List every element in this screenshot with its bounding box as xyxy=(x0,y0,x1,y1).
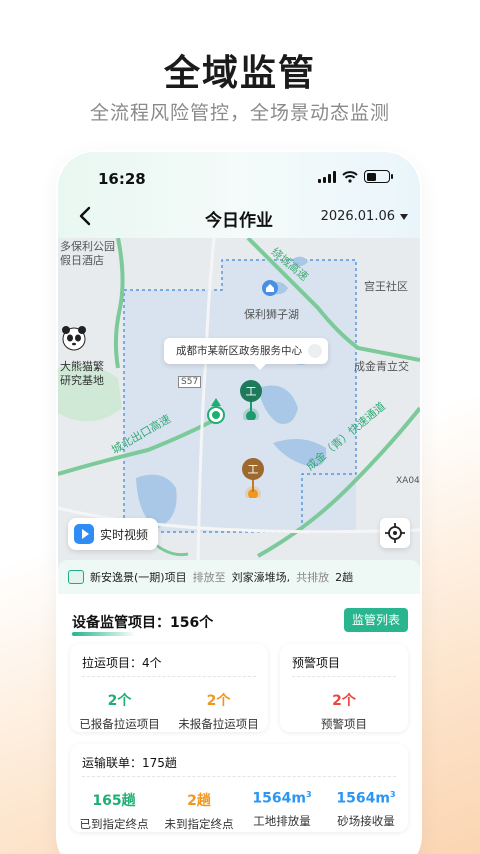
card-title: 拉运项目：4个 xyxy=(82,656,162,670)
metric[interactable]: 2趟 未到指定终点 xyxy=(158,790,240,832)
metric-value: 2个 xyxy=(332,693,356,709)
metric-label: 已到指定终点 xyxy=(79,817,149,831)
site-marker-orange[interactable]: 工 xyxy=(238,458,268,498)
battery-icon xyxy=(364,170,393,183)
metric[interactable]: 2个 未报备拉运项目 xyxy=(169,690,268,732)
waybill-card[interactable]: 运输联单：175趟 165趟 已到指定终点 2趟 未到指定终点 1564m3 工… xyxy=(70,744,408,832)
notice-bar[interactable]: 新安逸景(一期)项目 排放至 刘家濠堆场, 共排放 2趟 xyxy=(58,560,420,594)
divider xyxy=(82,776,396,777)
panda-icon xyxy=(62,326,86,351)
wifi-icon xyxy=(342,170,358,183)
metric-unit: 3 xyxy=(305,790,312,799)
hero-subtitle: 全流程风险管控，全场景动态监测 xyxy=(89,102,390,124)
notice-dest-prefix: 排放至 xyxy=(192,571,226,584)
metric-value: 2个 xyxy=(206,693,231,709)
locate-button[interactable] xyxy=(380,518,410,548)
date-label: 2026.01.06 xyxy=(320,209,395,224)
map-label: S57 xyxy=(178,376,202,388)
hero-title: 全域监管 xyxy=(163,53,316,94)
video-icon xyxy=(74,524,94,544)
card-title: 预警项目 xyxy=(292,656,341,670)
metric-value: 1564m xyxy=(252,790,306,807)
divider xyxy=(292,676,396,677)
metric-label: 工地排放量 xyxy=(253,813,311,828)
map-label: 研究基地 xyxy=(60,374,104,387)
phone-frame: 16:28 今日作业 2026.01.06 多保利公园 假日酒店 绕城高速 宫王… xyxy=(58,152,420,854)
map-label: 假日酒店 xyxy=(60,254,104,267)
metric[interactable]: 2个 预警项目 xyxy=(280,690,408,732)
metric[interactable]: 1564m3 砂场接收量 xyxy=(324,790,408,829)
signal-icon xyxy=(318,170,336,183)
metric[interactable]: 165趟 已到指定终点 xyxy=(70,790,158,832)
chevron-down-icon xyxy=(400,213,408,220)
map-label: XA04 xyxy=(396,476,420,486)
notice-count: 2趟 xyxy=(335,571,354,584)
svg-text:工: 工 xyxy=(246,385,257,398)
title-underline xyxy=(72,632,136,636)
notice-dest: 刘家濠堆场, xyxy=(231,571,291,584)
live-video-button[interactable]: 实时视频 xyxy=(68,518,159,550)
divider xyxy=(82,676,256,677)
metric-label: 已报备拉运项目 xyxy=(79,717,160,731)
metric-value: 165趟 xyxy=(92,793,136,809)
date-selector[interactable]: 2026.01.06 xyxy=(321,209,408,224)
metric-label: 预警项目 xyxy=(321,717,367,731)
metric-unit: 3 xyxy=(389,790,396,799)
warning-card[interactable]: 预警项目 2个 预警项目 xyxy=(280,644,408,732)
notice-count-prefix: 共排放 xyxy=(296,571,330,584)
metric[interactable]: 1564m3 工地排放量 xyxy=(240,790,324,829)
metric-value: 2趟 xyxy=(187,793,211,809)
transport-card[interactable]: 拉运项目：4个 2个 已报备拉运项目 2个 未报备拉运项目 xyxy=(70,644,268,732)
metric-label: 砂场接收量 xyxy=(337,813,395,828)
section-title: 设备监管项目：156个 xyxy=(72,612,214,636)
metric[interactable]: 2个 已报备拉运项目 xyxy=(70,690,169,732)
metric-label: 未到指定终点 xyxy=(164,817,234,831)
site-marker-green[interactable]: 工 xyxy=(236,380,266,420)
poi-icon xyxy=(262,280,278,296)
vehicle-location-icon[interactable] xyxy=(204,396,228,424)
map-label: 保利狮子湖 xyxy=(244,308,299,321)
monitor-list-button[interactable]: 监管列表 xyxy=(343,608,408,632)
card-title: 运输联单：175趟 xyxy=(82,756,177,770)
crosshair-icon xyxy=(385,523,405,543)
status-icons xyxy=(318,170,393,183)
section-title-text: 设备监管项目：156个 xyxy=(72,615,214,631)
live-video-label: 实时视频 xyxy=(100,527,149,542)
map-label: 成金青立交 xyxy=(354,360,409,373)
site-name: 成都市某新区政务服务中心 xyxy=(176,345,302,357)
metric-value: 1564m xyxy=(336,790,390,807)
chevron-right-icon xyxy=(308,344,322,358)
notice-project: 新安逸景(一期)项目 xyxy=(90,571,187,584)
metric-label: 未报备拉运项目 xyxy=(178,717,259,731)
map-label: 宫王社区 xyxy=(364,280,408,293)
message-icon xyxy=(68,570,84,584)
svg-text:工: 工 xyxy=(248,463,259,476)
map-view[interactable]: 多保利公园 假日酒店 绕城高速 宫王社区 保利狮子湖 大熊猫繁 研究基地 成金青… xyxy=(58,238,420,568)
metric-value: 2个 xyxy=(107,693,132,709)
status-time: 16:28 xyxy=(98,170,146,188)
stats-panel: 设备监管项目：156个 监管列表 拉运项目：4个 2个 已报备拉运项目 2个 未… xyxy=(58,594,420,854)
site-callout[interactable]: 成都市某新区政务服务中心 xyxy=(164,338,328,370)
